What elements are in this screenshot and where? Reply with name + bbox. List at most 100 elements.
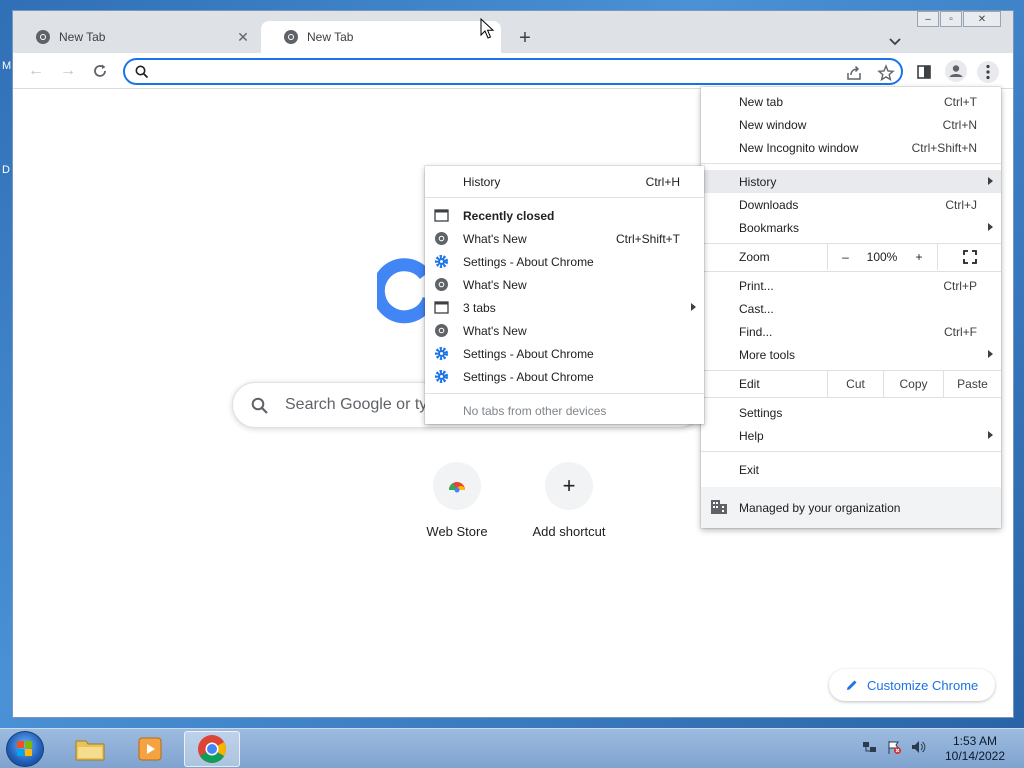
menu-item-label: New tab bbox=[739, 94, 784, 109]
menu-item-print[interactable]: Print... Ctrl+P bbox=[701, 274, 1001, 297]
tab-close-button[interactable]: ✕ bbox=[235, 29, 251, 46]
back-button[interactable]: ← bbox=[25, 61, 47, 81]
taskbar-clock[interactable]: 1:53 AM 10/14/2022 bbox=[940, 734, 1010, 764]
recently-closed-header: Recently closed bbox=[425, 204, 704, 227]
gear-icon bbox=[435, 347, 448, 360]
omnibox[interactable] bbox=[123, 58, 903, 85]
menu-item-label: Help bbox=[739, 428, 764, 443]
menu-item-label: What's New bbox=[463, 277, 527, 292]
menu-item-shortcut: Ctrl+J bbox=[945, 197, 977, 212]
taskbar-media-player[interactable] bbox=[122, 731, 178, 767]
menu-item-label: Print... bbox=[739, 278, 774, 293]
caption-buttons: – ▫ ✕ bbox=[917, 11, 1001, 27]
search-icon bbox=[135, 65, 149, 79]
history-entry[interactable]: What's New Ctrl+Shift+T bbox=[425, 227, 704, 250]
chrome-icon bbox=[284, 30, 298, 44]
shortcut-web-store[interactable]: Web Store bbox=[407, 462, 507, 539]
menu-item-label: 3 tabs bbox=[463, 300, 496, 315]
no-tabs-other-devices: No tabs from other devices bbox=[425, 399, 704, 422]
menu-item-cast[interactable]: Cast... bbox=[701, 297, 1001, 320]
submenu-arrow-icon bbox=[988, 350, 993, 358]
menu-item-new-tab[interactable]: New tab Ctrl+T bbox=[701, 90, 1001, 113]
history-entry[interactable]: Settings - About Chrome bbox=[425, 250, 704, 273]
volume-icon[interactable] bbox=[910, 739, 926, 755]
plus-icon: + bbox=[915, 250, 923, 264]
managed-by-organization[interactable]: Managed by your organization bbox=[701, 487, 1001, 528]
menu-item-label: Settings bbox=[739, 405, 783, 420]
menu-item-label: Recently closed bbox=[463, 208, 555, 223]
menu-item-help[interactable]: Help bbox=[701, 424, 1001, 447]
history-entry[interactable]: What's New bbox=[425, 319, 704, 342]
menu-separator bbox=[701, 451, 1001, 452]
customize-label: Customize Chrome bbox=[867, 677, 979, 693]
zoom-out-button[interactable]: – bbox=[827, 244, 863, 270]
pencil-icon bbox=[847, 680, 857, 690]
ntp-search-placeholder: Search Google or ty bbox=[285, 396, 428, 413]
history-entry[interactable]: Settings - About Chrome bbox=[425, 365, 704, 388]
reload-button[interactable] bbox=[89, 61, 111, 81]
menu-item-exit[interactable]: Exit bbox=[701, 458, 1001, 481]
arrow-left-icon: ← bbox=[28, 62, 44, 79]
customize-chrome-button[interactable]: Customize Chrome bbox=[829, 669, 995, 701]
menu-item-label: New window bbox=[739, 117, 807, 132]
copy-label: Copy bbox=[899, 377, 928, 391]
share-icon[interactable] bbox=[845, 64, 863, 82]
desktop-icon-label: M bbox=[2, 60, 12, 72]
network-icon[interactable] bbox=[862, 739, 878, 755]
bookmark-star-icon[interactable] bbox=[877, 64, 895, 82]
profile-button[interactable] bbox=[945, 60, 967, 82]
menu-item-history[interactable]: History bbox=[701, 170, 1001, 193]
history-entry[interactable]: What's New bbox=[425, 273, 704, 296]
menu-item-shortcut: Ctrl+P bbox=[943, 278, 977, 293]
tab-search-button[interactable] bbox=[885, 31, 905, 51]
tab-title: New Tab bbox=[59, 30, 106, 44]
menu-item-new-incognito-window[interactable]: New Incognito window Ctrl+Shift+N bbox=[701, 136, 1001, 159]
maximize-button[interactable]: ▫ bbox=[940, 11, 962, 27]
history-entry[interactable]: Settings - About Chrome bbox=[425, 342, 704, 365]
kebab-menu-icon bbox=[986, 64, 990, 69]
menu-separator bbox=[701, 271, 1001, 272]
window-icon bbox=[434, 209, 449, 222]
shortcut-label: Add shortcut bbox=[532, 524, 606, 539]
close-window-button[interactable]: ✕ bbox=[963, 11, 1001, 27]
zoom-level: 100% bbox=[863, 244, 901, 270]
fullscreen-button[interactable] bbox=[937, 244, 1001, 270]
omnibox-input[interactable] bbox=[159, 62, 829, 81]
menu-item-bookmarks[interactable]: Bookmarks bbox=[701, 216, 1001, 239]
history-entry-3-tabs[interactable]: 3 tabs bbox=[425, 296, 704, 319]
start-button[interactable] bbox=[6, 731, 44, 767]
menu-item-settings[interactable]: Settings bbox=[701, 401, 1001, 424]
menu-item-find[interactable]: Find... Ctrl+F bbox=[701, 320, 1001, 343]
menu-item-new-window[interactable]: New window Ctrl+N bbox=[701, 113, 1001, 136]
managed-label: Managed by your organization bbox=[739, 500, 901, 515]
chrome-icon bbox=[36, 30, 50, 44]
taskbar-explorer[interactable] bbox=[62, 731, 118, 767]
paste-button[interactable]: Paste bbox=[943, 371, 1001, 397]
chrome-icon bbox=[435, 324, 448, 337]
zoom-in-button[interactable]: + bbox=[901, 244, 937, 270]
menu-separator bbox=[701, 397, 1001, 398]
forward-button[interactable]: → bbox=[57, 61, 79, 81]
action-center-flag-icon[interactable] bbox=[886, 739, 902, 755]
copy-button[interactable]: Copy bbox=[883, 371, 943, 397]
chrome-menu-button[interactable] bbox=[977, 61, 999, 83]
history-submenu: History Ctrl+H Recently closed What's Ne… bbox=[425, 166, 704, 424]
taskbar-chrome[interactable] bbox=[184, 731, 240, 767]
new-tab-button[interactable]: + bbox=[513, 27, 537, 51]
tab-new-tab-2[interactable]: New Tab bbox=[261, 21, 501, 53]
tab-new-tab-1[interactable]: New Tab ✕ bbox=[13, 21, 261, 53]
toolbar: ← → bbox=[13, 53, 1013, 89]
menu-item-more-tools[interactable]: More tools bbox=[701, 343, 1001, 366]
submenu-arrow-icon bbox=[988, 431, 993, 439]
shortcut-add[interactable]: + Add shortcut bbox=[519, 462, 619, 539]
paste-label: Paste bbox=[957, 377, 988, 391]
cut-button[interactable]: Cut bbox=[827, 371, 883, 397]
taskbar: 1:53 AM 10/14/2022 bbox=[0, 728, 1024, 768]
minus-icon: – bbox=[842, 250, 849, 264]
menu-item-label: Settings - About Chrome bbox=[463, 346, 594, 361]
side-panel-button[interactable] bbox=[913, 61, 935, 83]
menu-separator bbox=[425, 393, 704, 394]
menu-item-downloads[interactable]: Downloads Ctrl+J bbox=[701, 193, 1001, 216]
minimize-button[interactable]: – bbox=[917, 11, 939, 27]
history-menu-item-history[interactable]: History Ctrl+H bbox=[425, 170, 704, 193]
